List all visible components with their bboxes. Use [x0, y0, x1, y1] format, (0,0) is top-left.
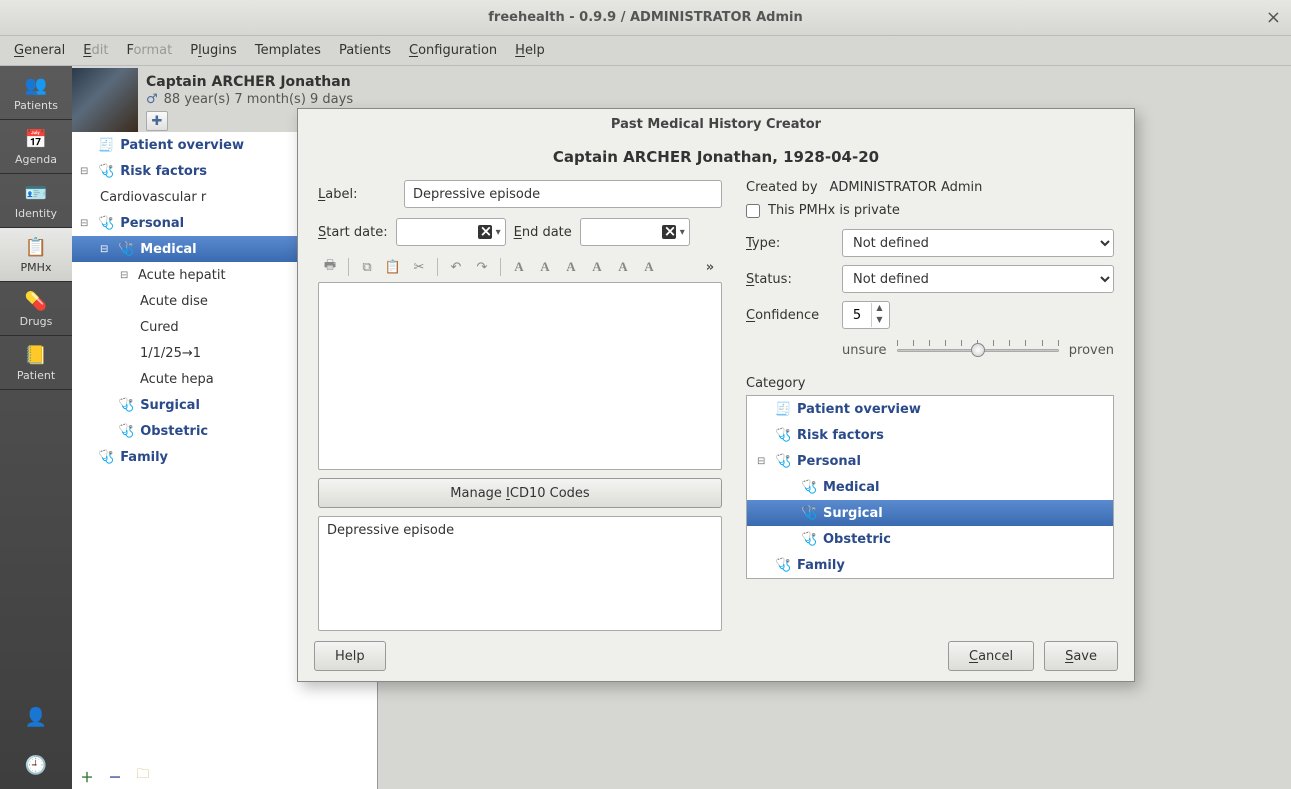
- calendar-icon: 📅: [22, 127, 50, 151]
- pmhx-creator-dialog: Past Medical History Creator Captain ARC…: [297, 108, 1135, 682]
- enddate-input[interactable]: ▾: [580, 218, 690, 246]
- pmhx-icon: 📋: [22, 235, 50, 259]
- cat-medical[interactable]: 🩺Medical: [747, 474, 1113, 500]
- activity-identity[interactable]: 🪪Identity: [0, 174, 72, 228]
- cat-family[interactable]: 🩺Family: [747, 552, 1113, 578]
- private-label: This PMHx is private: [768, 203, 900, 218]
- activity-patient[interactable]: 📒Patient: [0, 336, 72, 390]
- icd10-codes-area[interactable]: Depressive episode: [318, 516, 722, 631]
- clock-icon: 🕘: [22, 753, 50, 777]
- manage-icd10-button[interactable]: Manage ICD10 Codes: [318, 478, 722, 508]
- font-a6-icon[interactable]: A: [639, 257, 659, 277]
- window-titlebar: freehealth - 0.9.9 / ADMINISTRATOR Admin…: [0, 0, 1291, 36]
- confidence-spin[interactable]: ▲▼: [842, 301, 890, 329]
- startdate-label: Start date:: [318, 225, 388, 240]
- menu-help[interactable]: Help: [515, 43, 545, 58]
- menubar: General Edit Format Plugins Templates Pa…: [0, 36, 1291, 66]
- activity-pmhx[interactable]: 📋PMHx: [0, 228, 72, 282]
- slider-thumb[interactable]: [971, 343, 985, 357]
- type-label: Type:: [746, 236, 830, 251]
- menu-plugins[interactable]: Plugins: [190, 43, 237, 58]
- font-a5-icon[interactable]: A: [613, 257, 633, 277]
- font-a1-icon[interactable]: A: [509, 257, 529, 277]
- chevron-down-icon[interactable]: ▾: [680, 227, 685, 238]
- redo-icon[interactable]: ↷: [472, 257, 492, 277]
- label-label: Label:: [318, 187, 394, 202]
- print-icon[interactable]: 🖶: [320, 257, 340, 277]
- user-bubble-icon: 👤: [22, 705, 50, 729]
- status-label: Status:: [746, 272, 830, 287]
- cat-risk-factors[interactable]: 🩺Risk factors: [747, 422, 1113, 448]
- clear-icon[interactable]: [478, 225, 492, 239]
- cat-personal[interactable]: ⊟🩺Personal: [747, 448, 1113, 474]
- richtext-area[interactable]: [318, 282, 722, 470]
- category-tree: 🧾Patient overview 🩺Risk factors ⊟🩺Person…: [746, 395, 1114, 579]
- spin-up-icon[interactable]: ▲: [871, 303, 887, 315]
- menu-format: Format: [126, 43, 172, 58]
- enddate-label: End date: [514, 225, 572, 240]
- dialog-title: Past Medical History Creator: [298, 109, 1134, 138]
- richtext-toolbar: 🖶 ⧉ 📋 ✂ ↶ ↷ A A A A: [318, 254, 722, 280]
- status-select[interactable]: Not defined: [842, 265, 1114, 293]
- startdate-input[interactable]: ▾: [396, 218, 506, 246]
- window-title: freehealth - 0.9.9 / ADMINISTRATOR Admin: [0, 10, 1291, 25]
- createdby-value: ADMINISTRATOR Admin: [830, 180, 983, 195]
- cat-patient-overview[interactable]: 🧾Patient overview: [747, 396, 1113, 422]
- chevron-down-icon[interactable]: ▾: [496, 227, 501, 238]
- activity-user-icon[interactable]: 👤: [0, 693, 72, 741]
- font-a2-icon[interactable]: A: [535, 257, 555, 277]
- confidence-slider[interactable]: [897, 340, 1059, 360]
- activity-bar: 👥Patients 📅Agenda 🪪Identity 📋PMHx 💊Drugs…: [0, 66, 72, 789]
- category-label: Category: [746, 376, 1114, 391]
- id-card-icon: 🪪: [22, 181, 50, 205]
- createdby-label: Created by: [746, 180, 818, 195]
- undo-icon[interactable]: ↶: [446, 257, 466, 277]
- cat-surgical[interactable]: 🩺Surgical: [747, 500, 1113, 526]
- help-button[interactable]: Help: [314, 641, 386, 671]
- activity-agenda[interactable]: 📅Agenda: [0, 120, 72, 174]
- label-input[interactable]: [404, 180, 722, 208]
- save-button[interactable]: Save: [1044, 641, 1118, 671]
- font-a4-icon[interactable]: A: [587, 257, 607, 277]
- cut-icon[interactable]: ✂: [409, 257, 429, 277]
- close-icon[interactable]: ×: [1266, 7, 1281, 28]
- menu-general[interactable]: General: [14, 43, 65, 58]
- private-checkbox[interactable]: [746, 204, 760, 218]
- menu-edit: Edit: [83, 43, 108, 58]
- modal-overlay: Past Medical History Creator Captain ARC…: [72, 66, 1291, 789]
- patients-icon: 👥: [22, 73, 50, 97]
- activity-patients[interactable]: 👥Patients: [0, 66, 72, 120]
- type-select[interactable]: Not defined: [842, 229, 1114, 257]
- menu-configuration[interactable]: Configuration: [409, 43, 497, 58]
- activity-drugs[interactable]: 💊Drugs: [0, 282, 72, 336]
- font-a3-icon[interactable]: A: [561, 257, 581, 277]
- cat-obstetric[interactable]: 🩺Obstetric: [747, 526, 1113, 552]
- dialog-subtitle: Captain ARCHER Jonathan, 1928-04-20: [298, 138, 1134, 180]
- confidence-label: Confidence: [746, 308, 830, 323]
- unsure-label: unsure: [842, 343, 887, 358]
- spin-down-icon[interactable]: ▼: [871, 315, 887, 327]
- copy-icon[interactable]: ⧉: [357, 257, 377, 277]
- menu-templates[interactable]: Templates: [255, 43, 321, 58]
- activity-clock-icon[interactable]: 🕘: [0, 741, 72, 789]
- more-icon[interactable]: »: [700, 257, 720, 277]
- pill-icon: 💊: [22, 289, 50, 313]
- paste-icon[interactable]: 📋: [383, 257, 403, 277]
- clear-icon[interactable]: [662, 225, 676, 239]
- patient-notes-icon: 📒: [22, 343, 50, 367]
- confidence-input[interactable]: [843, 308, 871, 323]
- proven-label: proven: [1069, 343, 1114, 358]
- menu-patients[interactable]: Patients: [339, 43, 391, 58]
- cancel-button[interactable]: Cancel: [948, 641, 1034, 671]
